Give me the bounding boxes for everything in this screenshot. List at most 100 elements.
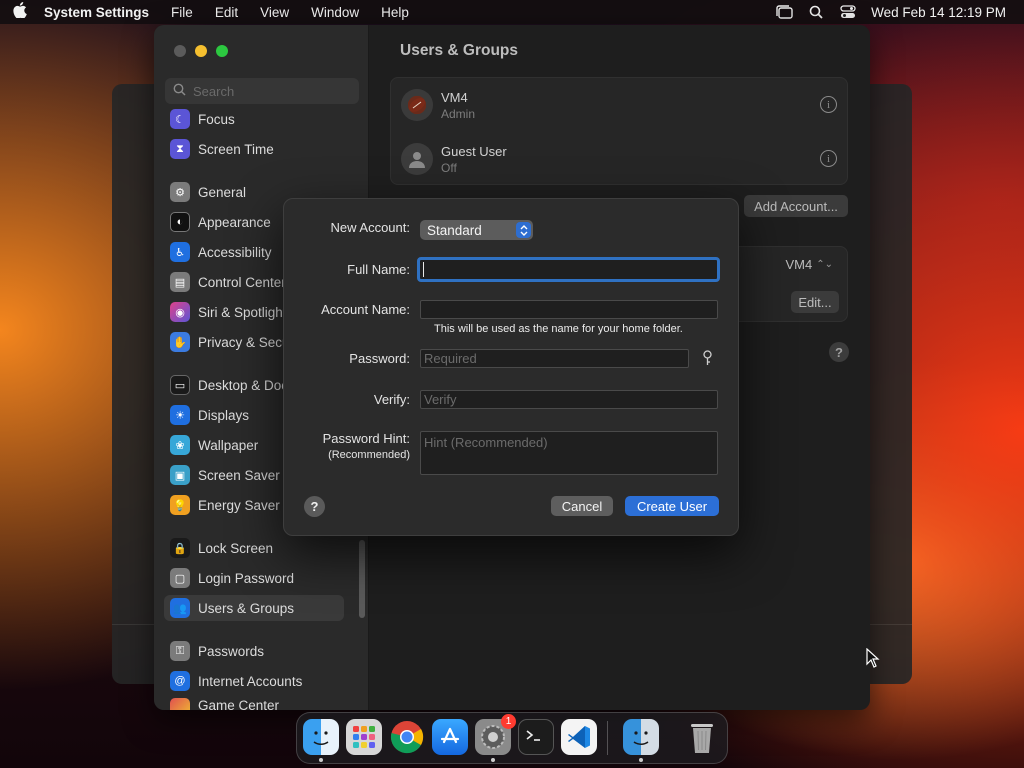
- text-caret: [423, 262, 424, 277]
- wallpaper-icon: ❀: [170, 435, 190, 455]
- user-name: VM4: [441, 89, 468, 105]
- add-account-button[interactable]: Add Account...: [744, 195, 848, 217]
- account-name-field[interactable]: [420, 300, 718, 319]
- password-hint-label: Password Hint:: [322, 431, 410, 446]
- sidebar-item-internet-accounts[interactable]: @ Internet Accounts: [164, 668, 344, 694]
- sidebar-item-label: Control Center: [198, 274, 286, 290]
- sidebar-item-label: General: [198, 184, 247, 200]
- close-button[interactable]: [174, 45, 186, 57]
- system-settings-icon[interactable]: 1: [475, 714, 516, 755]
- sidebar-scrollbar[interactable]: [359, 540, 365, 618]
- dock: 1: [296, 712, 728, 764]
- menu-window[interactable]: Window: [300, 5, 370, 20]
- login-password-icon: ▢: [170, 568, 190, 588]
- password-field[interactable]: Required: [420, 349, 689, 368]
- control-center-icon[interactable]: [839, 5, 857, 19]
- dock-divider: [607, 721, 608, 755]
- sidebar-item-label: Game Center: [198, 698, 280, 710]
- menu-view[interactable]: View: [249, 5, 300, 20]
- account-type-value: Standard: [427, 222, 482, 238]
- cancel-button[interactable]: Cancel: [551, 496, 613, 516]
- sidebar-item-lock-screen[interactable]: 🔒 Lock Screen: [164, 535, 344, 561]
- menu-edit[interactable]: Edit: [204, 5, 249, 20]
- appearance-icon: ◐: [170, 212, 190, 232]
- sidebar-item-label: Lock Screen: [198, 540, 274, 556]
- sidebar-item-screen-time[interactable]: ⧗ Screen Time: [164, 136, 344, 162]
- finder-icon[interactable]: [303, 719, 339, 755]
- dock-icon: ▭: [170, 375, 190, 395]
- sidebar-item-login-password[interactable]: ▢ Login Password: [164, 565, 344, 591]
- info-icon[interactable]: i: [820, 96, 837, 113]
- app-store-icon[interactable]: [432, 719, 468, 755]
- hourglass-icon: ⧗: [170, 139, 190, 159]
- auto-login-select[interactable]: VM4 ⌃⌄: [786, 257, 834, 272]
- accessibility-icon: ♿: [170, 242, 190, 262]
- sidebar-item-label: Screen Saver: [198, 467, 280, 483]
- window-controls: [174, 45, 228, 57]
- search-placeholder: Search: [193, 83, 235, 99]
- user-role: Admin: [441, 106, 476, 121]
- minimize-button[interactable]: [195, 45, 207, 57]
- running-indicator: [639, 758, 643, 762]
- sidebar-item-label: Accessibility: [198, 244, 272, 260]
- guest-avatar-icon: [401, 143, 433, 175]
- password-placeholder: Required: [424, 351, 477, 366]
- user-name: Guest User: [441, 143, 507, 159]
- trash-icon[interactable]: [684, 719, 720, 755]
- account-type-select[interactable]: Standard: [420, 220, 533, 240]
- mouse-pointer-icon: [866, 647, 880, 673]
- menu-file[interactable]: File: [160, 5, 204, 20]
- siri-icon: ◉: [170, 302, 190, 322]
- vscode-icon[interactable]: [561, 719, 597, 755]
- menu-clock[interactable]: Wed Feb 14 12:19 PM: [871, 5, 1006, 20]
- new-account-dialog: New Account: Standard Full Name: Account…: [283, 198, 739, 536]
- spotlight-search-icon[interactable]: [807, 5, 825, 19]
- list-item[interactable]: VM4 Admin i: [401, 81, 837, 129]
- chrome-icon[interactable]: [389, 719, 425, 755]
- create-user-button[interactable]: Create User: [625, 496, 719, 516]
- sidebar-item-label: Wallpaper: [198, 437, 259, 453]
- edit-button[interactable]: Edit...: [791, 291, 839, 313]
- info-icon[interactable]: i: [820, 150, 837, 167]
- app-menu[interactable]: System Settings: [40, 5, 160, 20]
- at-icon: @: [170, 671, 190, 691]
- password-hint-field[interactable]: Hint (Recommended): [420, 431, 718, 475]
- notification-badge: 1: [501, 714, 516, 729]
- sidebar-item-focus[interactable]: ☾ Focus: [164, 106, 344, 132]
- page-title: Users & Groups: [400, 42, 519, 59]
- finder-recent-icon[interactable]: [623, 719, 659, 755]
- hand-icon: ✋: [170, 332, 190, 352]
- password-hint-placeholder: Hint (Recommended): [424, 435, 548, 450]
- sidebar-item-passwords[interactable]: ⚿ Passwords: [164, 638, 344, 664]
- apple-menu-icon[interactable]: [0, 2, 40, 22]
- menu-help[interactable]: Help: [370, 5, 420, 20]
- sidebar-item-game-center[interactable]: Game Center: [164, 698, 344, 710]
- launchpad-icon[interactable]: [346, 719, 382, 755]
- verify-field[interactable]: Verify: [420, 390, 718, 409]
- moon-icon: ☾: [170, 109, 190, 129]
- auto-login-value: VM4: [785, 257, 813, 272]
- key-icon[interactable]: [702, 350, 713, 372]
- users-list: VM4 Admin i Guest User Off i: [390, 77, 848, 185]
- chevron-updown-icon: ⌃⌄: [816, 259, 833, 270]
- full-name-field[interactable]: [417, 257, 720, 282]
- password-label: Password:: [349, 351, 410, 366]
- sidebar-item-label: Users & Groups: [198, 600, 295, 616]
- chevron-updown-icon: [516, 222, 531, 238]
- user-role: Off: [441, 160, 457, 175]
- screen-saver-icon: ▣: [170, 465, 190, 485]
- verify-placeholder: Verify: [424, 392, 457, 407]
- stage-manager-icon[interactable]: [775, 5, 793, 19]
- terminal-icon[interactable]: [518, 719, 554, 755]
- help-button[interactable]: ?: [829, 342, 849, 362]
- sidebar-item-label: Displays: [198, 407, 250, 423]
- zoom-button[interactable]: [216, 45, 228, 57]
- menu-bar: System Settings File Edit View Window He…: [0, 0, 1024, 24]
- help-button[interactable]: ?: [304, 496, 325, 517]
- sidebar-search[interactable]: Search: [165, 78, 359, 104]
- key-icon: ⚿: [170, 641, 190, 661]
- gear-icon: ⚙: [170, 182, 190, 202]
- sidebar-item-label: Internet Accounts: [198, 673, 303, 689]
- sidebar-item-users-groups[interactable]: 👥 Users & Groups: [164, 595, 344, 621]
- list-item[interactable]: Guest User Off i: [401, 135, 837, 183]
